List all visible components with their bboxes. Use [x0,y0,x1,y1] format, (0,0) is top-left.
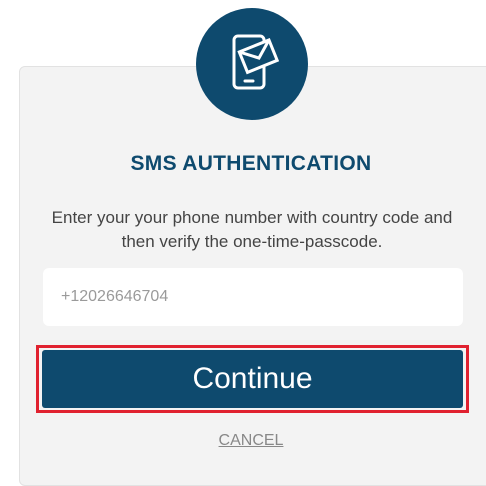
instructions-text: Enter your your phone number with countr… [51,208,453,251]
sms-badge [196,8,308,120]
sms-phone-envelope-icon [220,30,284,99]
cancel-link[interactable]: CANCEL [0,432,486,450]
phone-number-input[interactable] [43,268,463,326]
sms-auth-dialog: SMS AUTHENTICATION Enter your your phone… [0,0,486,486]
continue-button[interactable]: Continue [42,350,463,408]
page-title: SMS AUTHENTICATION [130,152,372,175]
